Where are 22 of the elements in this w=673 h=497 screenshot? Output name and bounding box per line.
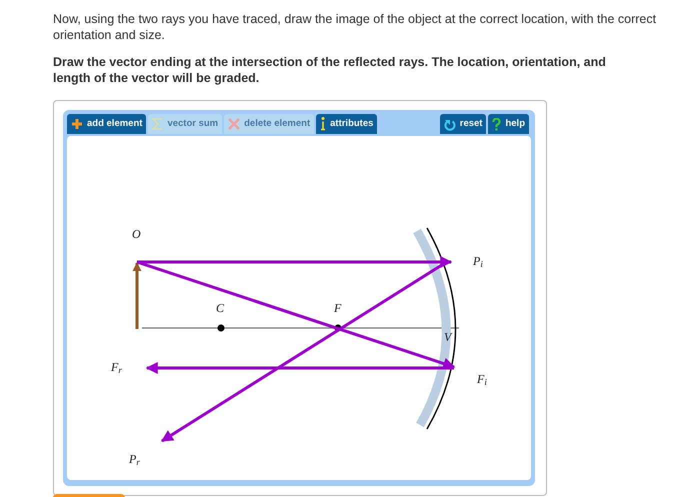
- close-icon: [228, 118, 240, 130]
- toolbar-button[interactable]: help: [488, 114, 529, 134]
- diagram-label: F$_{r}$: [111, 360, 122, 374]
- diagram-label: F: [334, 301, 342, 315]
- center-point: [218, 324, 224, 332]
- diagram-label: F$_{i}$: [477, 372, 487, 386]
- toolbar-button[interactable]: add element: [67, 114, 146, 134]
- info-icon: [320, 117, 326, 131]
- sigma-icon: [152, 118, 164, 130]
- task-text: Draw the vector ending at the intersection of the reflected rays. The location, orientation, and length of the vector will be graded.: [53, 54, 607, 86]
- toolbar-button[interactable]: attributes: [316, 114, 378, 134]
- diagram-label: C: [216, 301, 224, 315]
- object-arrow[interactable]: [132, 262, 142, 329]
- diagram-label: V: [444, 330, 452, 344]
- diagram-label: O: [132, 227, 141, 241]
- diagram-label: P$_{r}$: [129, 452, 140, 466]
- reset-icon: [444, 118, 456, 130]
- instructions-text: Now, using the two rays you have traced, draw the image of the object at the correct location, with the correct orientation and size.: [53, 11, 658, 43]
- help-icon: [492, 118, 502, 130]
- plus-icon: [71, 118, 83, 130]
- diagram-label: P$_{i}$: [473, 254, 483, 268]
- toolbar-button[interactable]: reset: [440, 114, 486, 134]
